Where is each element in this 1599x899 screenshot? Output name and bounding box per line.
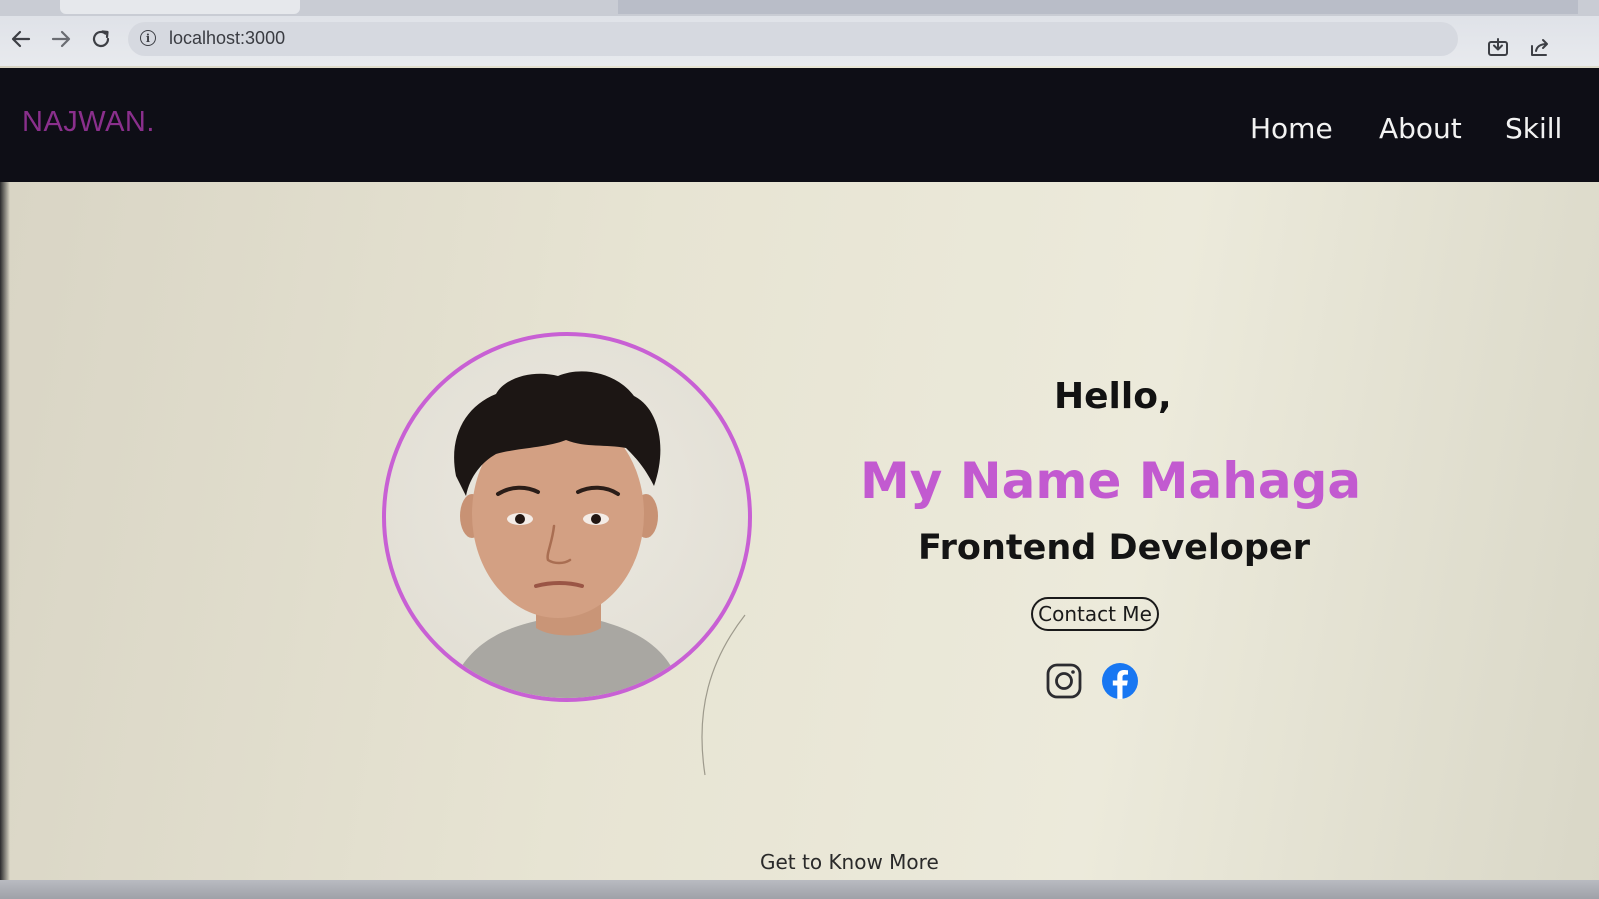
instagram-icon[interactable] (1045, 662, 1083, 700)
install-app-icon[interactable] (1486, 36, 1510, 60)
brand-logo[interactable]: NAJWAN. (22, 106, 155, 139)
screen-bezel-edge (0, 182, 10, 899)
share-icon[interactable] (1528, 36, 1552, 60)
tab-active[interactable] (60, 0, 300, 14)
hero-role: Frontend Developer (918, 528, 1310, 568)
site-navbar (0, 68, 1599, 182)
arrow-right-icon (51, 30, 71, 48)
tab-strip (0, 0, 1599, 16)
hero-name: My Name Mahaga (860, 452, 1362, 510)
nav-link-home[interactable]: Home (1250, 112, 1333, 145)
info-icon[interactable]: i (140, 30, 156, 46)
decorative-curve (701, 614, 746, 776)
address-bar[interactable] (128, 22, 1458, 56)
forward-button[interactable] (46, 24, 76, 54)
nav-link-about[interactable]: About (1379, 112, 1462, 145)
url-text[interactable]: localhost:3000 (169, 28, 285, 49)
facebook-icon[interactable] (1101, 662, 1139, 700)
horizontal-scrollbar[interactable] (0, 880, 1599, 899)
reload-button[interactable] (86, 24, 116, 54)
nav-link-skill[interactable]: Skill (1505, 112, 1562, 145)
arrow-left-icon (11, 30, 31, 48)
contact-me-button[interactable]: Contact Me (1031, 597, 1159, 631)
get-to-know-more-link[interactable]: Get to Know More (760, 850, 939, 874)
greeting-text: Hello, (1054, 376, 1172, 417)
tab-inactive[interactable] (618, 0, 1578, 14)
back-button[interactable] (6, 24, 36, 54)
reload-icon (92, 30, 110, 48)
screen: i localhost:3000 NAJWAN. Home About Skil… (0, 0, 1599, 899)
